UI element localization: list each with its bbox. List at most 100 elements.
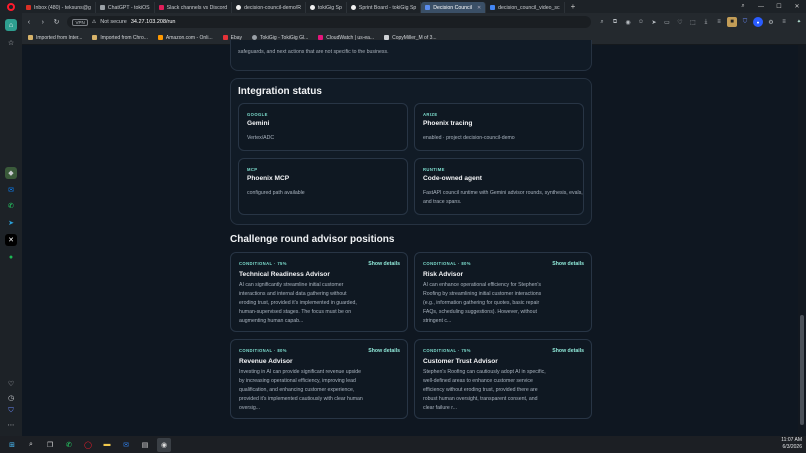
github-icon bbox=[309, 5, 315, 10]
tab-label: decision-council-demo/R bbox=[244, 4, 301, 11]
bookmark-imported-internet[interactable]: Imported from Inter... bbox=[28, 35, 82, 41]
advisor-card-revenue: CONDITIONAL · 80% Show details Revenue A… bbox=[230, 339, 408, 419]
card-title: Code-owned agent bbox=[423, 175, 482, 182]
search-icon[interactable]: ⌕ bbox=[597, 17, 607, 27]
bookmark-label: Amazon.com - Onli... bbox=[165, 34, 213, 41]
mail-icon[interactable]: ✉ bbox=[119, 438, 133, 452]
obs-icon[interactable]: ◉ bbox=[157, 437, 171, 452]
search-icon[interactable]: ⌕ bbox=[24, 438, 38, 452]
folder-icon bbox=[28, 35, 33, 40]
profile-icon[interactable]: ● bbox=[753, 17, 763, 27]
new-tab-button[interactable]: + bbox=[565, 2, 582, 11]
windows-start-icon[interactable]: ⊞ bbox=[5, 438, 19, 452]
forward-icon[interactable]: › bbox=[36, 15, 50, 29]
minimize-icon[interactable]: — bbox=[752, 0, 770, 13]
tab-github-tokigig[interactable]: tokiGig Sp bbox=[306, 2, 347, 13]
show-details-button[interactable]: Show details bbox=[552, 348, 584, 354]
address-bar[interactable]: VPN ⚠ Not secure 34.27.103.208/run bbox=[67, 16, 591, 28]
file-explorer-icon[interactable]: ▬ bbox=[100, 438, 114, 452]
tab-decision-council[interactable]: Decision Council ✕ bbox=[421, 2, 487, 13]
google-docs-icon bbox=[490, 5, 496, 10]
card-kicker: GOOGLE bbox=[247, 112, 268, 117]
bookmark-label: Imported from Inter... bbox=[36, 34, 83, 41]
spotify-icon[interactable]: ● bbox=[5, 251, 17, 263]
tab-label: Decision Council bbox=[433, 4, 472, 11]
system-clock[interactable]: 11:07 AM 6/3/2026 bbox=[781, 437, 802, 451]
advisor-card-customer-trust: CONDITIONAL · 75% Show details Customer … bbox=[414, 339, 592, 419]
messenger-icon[interactable]: ✉ bbox=[5, 184, 17, 196]
aria-ai-icon[interactable]: ✦ bbox=[792, 17, 806, 27]
integration-card-code-owned-agent: RUNTIME Code-owned agent FastAPI council… bbox=[414, 158, 584, 215]
tab-github-decision-council[interactable]: decision-council-demo/R bbox=[232, 2, 306, 13]
maximize-icon[interactable]: ☐ bbox=[770, 0, 788, 13]
extension-icon[interactable]: ◆ bbox=[5, 167, 17, 179]
screenshot-icon[interactable]: ⧉ bbox=[610, 17, 620, 27]
card-title: Phoenix tracing bbox=[423, 120, 473, 127]
show-details-button[interactable]: Show details bbox=[552, 261, 584, 267]
download-icon[interactable]: ⤓ bbox=[701, 17, 711, 27]
tab-slack[interactable]: Slack channels vs Discord bbox=[155, 2, 233, 13]
integration-card-phoenix-mcp: MCP Phoenix MCP configured path availabl… bbox=[238, 158, 408, 215]
scrollbar-thumb[interactable] bbox=[800, 315, 804, 425]
extension-badge-icon[interactable]: ■ bbox=[727, 17, 737, 27]
heart-icon[interactable]: ♡ bbox=[5, 378, 17, 390]
history-icon[interactable]: ◷ bbox=[5, 392, 17, 404]
close-tab-icon[interactable]: ✕ bbox=[477, 5, 481, 11]
summary-panel bbox=[230, 40, 592, 71]
settings-icon[interactable]: ⚙ bbox=[766, 17, 776, 27]
tab-decision-council-video[interactable]: decision_council_video_sc bbox=[486, 2, 565, 13]
whatsapp-icon[interactable]: ✆ bbox=[62, 438, 76, 452]
shield-icon[interactable]: ⛉ bbox=[740, 17, 750, 27]
advisor-summary: AI can significantly streamline initial … bbox=[239, 282, 357, 324]
box-icon[interactable]: ⬚ bbox=[688, 17, 698, 27]
amazon-icon bbox=[157, 35, 163, 40]
app-icon[interactable]: ▤ bbox=[138, 438, 152, 452]
opera-menu-icon[interactable] bbox=[0, 0, 22, 13]
opera-icon[interactable]: ◯ bbox=[81, 438, 95, 452]
tab-label: ChatGPT - tokiOS bbox=[107, 4, 150, 11]
advisor-stance: CONDITIONAL · 75% bbox=[239, 261, 287, 266]
show-details-button[interactable]: Show details bbox=[368, 261, 400, 267]
decision-council-icon bbox=[425, 5, 431, 10]
card-desc: enabled · project decision-council-demo bbox=[423, 135, 515, 141]
more-icon[interactable]: ⋯ bbox=[5, 419, 17, 431]
send-icon[interactable]: ➤ bbox=[649, 17, 659, 27]
heart-icon[interactable]: ♡ bbox=[675, 17, 685, 27]
x-icon[interactable]: ✕ bbox=[5, 234, 17, 246]
camera-icon[interactable]: ◉ bbox=[623, 17, 633, 27]
menu-icon[interactable]: ≡ bbox=[714, 17, 724, 27]
advisor-summary: Stephen's Roofing can cautiously adopt A… bbox=[423, 369, 546, 411]
clock-time: 11:07 AM bbox=[781, 437, 802, 443]
show-details-button[interactable]: Show details bbox=[368, 348, 400, 354]
task-view-icon[interactable]: ❐ bbox=[43, 438, 57, 452]
windows-taskbar: ⊞ ⌕ ❐ ✆ ◯ ▬ ✉ ▤ ◉ 11:07 AM 6/3/2026 bbox=[0, 436, 806, 453]
advisor-stance: CONDITIONAL · 80% bbox=[239, 348, 287, 353]
shield-icon[interactable]: ⛉ bbox=[5, 405, 17, 417]
menu-icon[interactable]: ≡ bbox=[779, 17, 789, 27]
emoji-icon[interactable]: ☺ bbox=[636, 17, 646, 27]
tab-chatgpt[interactable]: ChatGPT - tokiOS bbox=[96, 2, 155, 13]
vpn-badge[interactable]: VPN bbox=[72, 18, 88, 26]
back-icon[interactable]: ‹ bbox=[22, 15, 36, 29]
advisor-summary: Investing in AI can provide significant … bbox=[239, 369, 363, 411]
bookmark-amazon[interactable]: Amazon.com - Onli... bbox=[157, 34, 213, 41]
card-desc: FastAPI council runtime with Gemini advi… bbox=[423, 190, 583, 205]
reload-icon[interactable]: ↻ bbox=[50, 15, 64, 29]
whatsapp-icon[interactable]: ✆ bbox=[5, 200, 17, 212]
slack-icon bbox=[158, 5, 164, 10]
tab-gmail[interactable]: Inbox (480) - teksuns@g bbox=[22, 2, 96, 13]
integration-card-phoenix-tracing: ARIZE Phoenix tracing enabled · project … bbox=[414, 103, 584, 151]
wallet-icon[interactable]: ▭ bbox=[662, 17, 672, 27]
opera-sidebar: ⌂ ☆ ◆ ✉ ✆ ➤ ✕ ● ♡ ◷ ⛉ ⋯ bbox=[0, 13, 22, 436]
tab-sprint-board[interactable]: Sprint Board - tokiGig Sp bbox=[347, 2, 422, 13]
page-scrollbar[interactable] bbox=[798, 45, 806, 436]
search-tabs-icon[interactable]: ⌕ bbox=[734, 0, 752, 13]
tab-label: Slack channels vs Discord bbox=[166, 4, 228, 11]
bookmark-imported-chrome[interactable]: Imported from Chro... bbox=[92, 35, 148, 41]
close-window-icon[interactable]: ✕ bbox=[788, 0, 806, 13]
home-icon[interactable]: ⌂ bbox=[5, 19, 17, 31]
star-icon[interactable]: ☆ bbox=[5, 37, 17, 49]
tab-label: Inbox (480) - teksuns@g bbox=[34, 4, 91, 11]
telegram-icon[interactable]: ➤ bbox=[5, 217, 17, 229]
advisor-stance: CONDITIONAL · 80% bbox=[423, 261, 471, 266]
